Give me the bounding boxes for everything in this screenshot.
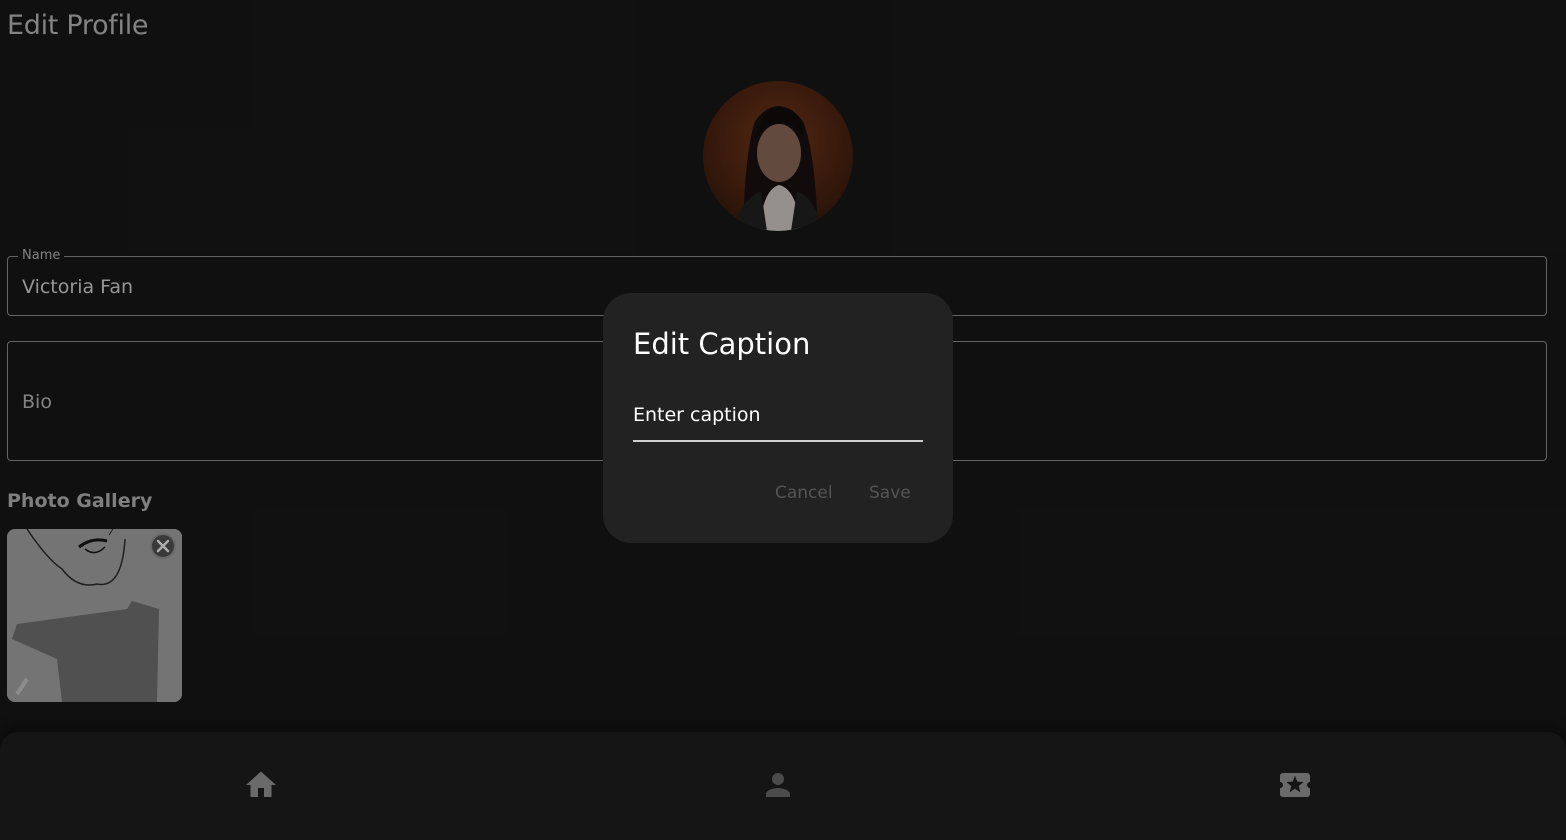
- nav-profile-button[interactable]: [760, 767, 796, 803]
- home-icon: [246, 771, 276, 797]
- cancel-button[interactable]: Cancel: [775, 483, 833, 503]
- dialog-title: Edit Caption: [633, 327, 811, 361]
- caption-input[interactable]: Enter caption: [633, 398, 923, 442]
- person-icon: [766, 773, 790, 797]
- bottom-navigation: [0, 732, 1566, 840]
- edit-profile-screen: Edit Profile Name Victoria Fan Bio Photo…: [0, 0, 1566, 840]
- save-button[interactable]: Save: [869, 483, 911, 503]
- edit-caption-dialog: Edit Caption Enter caption Cancel Save: [603, 293, 953, 543]
- caption-input-placeholder: Enter caption: [633, 404, 761, 426]
- ticket-star-icon: [1280, 773, 1310, 797]
- nav-home-button[interactable]: [243, 767, 279, 803]
- nav-tickets-button[interactable]: [1277, 767, 1313, 803]
